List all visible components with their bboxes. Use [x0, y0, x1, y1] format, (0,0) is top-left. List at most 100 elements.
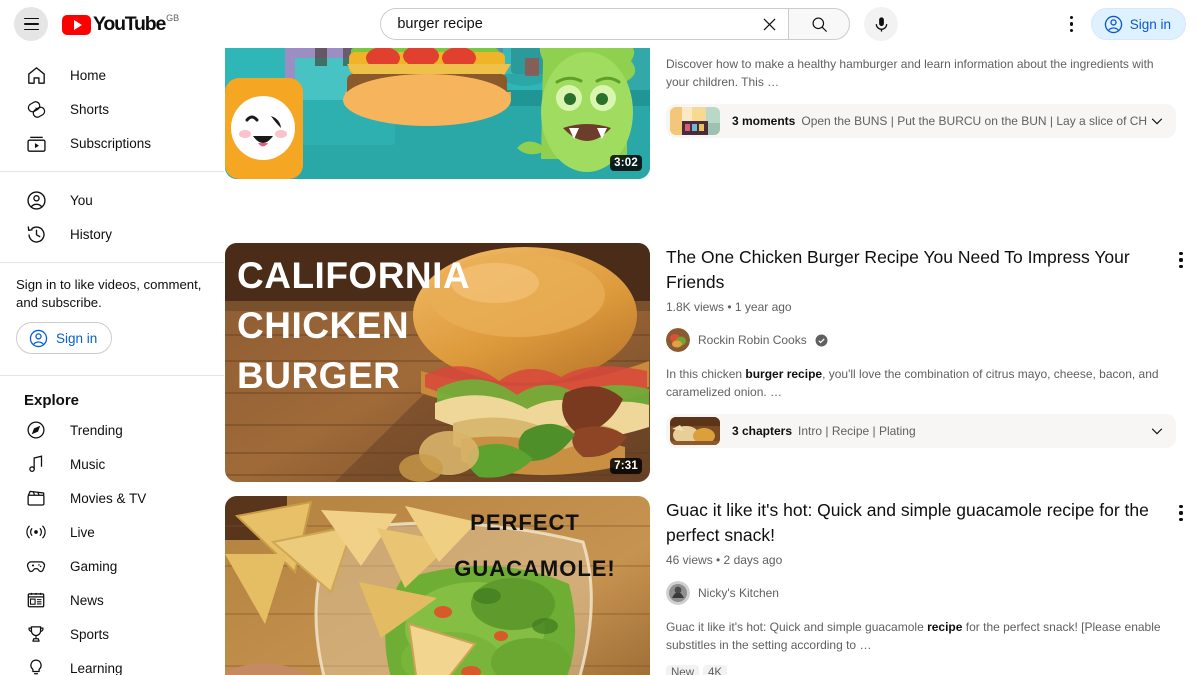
- trending-icon: [24, 418, 48, 442]
- sidebar-item-label: Sports: [70, 626, 110, 642]
- video-thumbnail[interactable]: PERFECT GUACAMOLE!: [225, 496, 650, 675]
- sidebar-item-label: Subscriptions: [70, 135, 152, 151]
- search-result-item: CALIFORNIA CHICKEN BURGER 7:31 The One C…: [225, 243, 1184, 482]
- desc-highlight: recipe: [927, 620, 963, 634]
- more-vertical-icon[interactable]: [1166, 245, 1196, 275]
- chip-text: Intro | Recipe | Plating: [798, 424, 916, 438]
- sidebar-item-movies[interactable]: Movies & TV: [12, 481, 212, 515]
- history-icon: [24, 222, 48, 246]
- shorts-icon: [24, 97, 48, 121]
- youtube-logo[interactable]: YouTube GB: [62, 13, 179, 35]
- chevron-down-icon[interactable]: [1148, 422, 1166, 440]
- verified-badge-icon: [815, 334, 828, 347]
- sidebar-item-label: Movies & TV: [70, 490, 147, 506]
- search-button[interactable]: [788, 8, 851, 40]
- video-stats: 1.8K views • 1 year ago: [666, 300, 792, 314]
- account-icon: [24, 188, 48, 212]
- microphone-icon[interactable]: [864, 7, 899, 41]
- masthead-left: YouTube GB: [0, 7, 224, 41]
- video-title[interactable]: The One Chicken Burger Recipe You Need T…: [666, 245, 1184, 295]
- sidebar-signin-button[interactable]: Sign in: [16, 322, 113, 354]
- gaming-icon: [24, 554, 48, 578]
- svg-text:BURGER: BURGER: [237, 355, 400, 396]
- sidebar-item-label: Gaming: [70, 558, 118, 574]
- video-description: In this chicken burger recipe, you'll lo…: [666, 365, 1184, 401]
- news-icon: [24, 588, 48, 612]
- sidebar-item-label: History: [70, 226, 113, 242]
- movies-icon: [24, 486, 48, 510]
- subscriptions-icon: [24, 131, 48, 155]
- sidebar-item-learning[interactable]: Learning: [12, 651, 212, 675]
- more-vertical-icon[interactable]: [1166, 498, 1196, 528]
- sidebar-item-trending[interactable]: Trending: [12, 413, 212, 447]
- sidebar-signin-block: Sign in to like videos, comment, and sub…: [0, 274, 224, 364]
- chip-thumbnail: [670, 107, 720, 135]
- search-results-list: 3:02 Smile and Learn - English Discover …: [224, 0, 1200, 675]
- sidebar-divider-1: [0, 171, 224, 172]
- sidebar-item-gaming[interactable]: Gaming: [12, 549, 212, 583]
- video-duration: 7:31: [610, 458, 642, 474]
- video-title[interactable]: Guac it like it's hot: Quick and simple …: [666, 498, 1184, 548]
- channel-row[interactable]: Nicky's Kitchen: [666, 581, 1184, 605]
- account-icon: [29, 329, 48, 347]
- svg-text:CHICKEN: CHICKEN: [237, 305, 409, 346]
- chip-thumbnail: [670, 417, 720, 445]
- hamburger-icon[interactable]: [14, 7, 48, 41]
- sidebar-item-label: Shorts: [70, 101, 110, 117]
- channel-name: Nicky's Kitchen: [698, 586, 779, 600]
- learning-icon: [24, 656, 48, 675]
- guacamole-thumbnail: PERFECT GUACAMOLE!: [225, 496, 650, 675]
- chip-text: Open the BUNS | Put the BURCU on the BUN…: [801, 114, 1148, 128]
- sidebar-item-music[interactable]: Music: [12, 447, 212, 481]
- desc-pre: In this chicken: [666, 367, 746, 381]
- chevron-down-icon[interactable]: [1148, 112, 1166, 130]
- more-vertical-icon[interactable]: [1055, 7, 1089, 41]
- sidebar-item-label: Home: [70, 67, 107, 83]
- signin-label: Sign in: [56, 330, 98, 346]
- sidebar-item-shorts[interactable]: Shorts: [12, 92, 212, 126]
- sidebar-item-live[interactable]: Live: [12, 515, 212, 549]
- channel-row[interactable]: Rockin Robin Cooks: [666, 328, 1184, 352]
- masthead-center: [224, 7, 1055, 41]
- desc-highlight: burger recipe: [745, 367, 823, 381]
- desc-pre: Guac it like it's hot: Quick and simple …: [666, 620, 928, 634]
- sidebar-item-you[interactable]: You: [12, 183, 212, 217]
- sidebar-divider-3: [0, 375, 224, 376]
- account-icon: [1104, 15, 1122, 33]
- sidebar-item-label: Learning: [70, 660, 123, 675]
- logo-country-code: GB: [166, 13, 180, 23]
- sidebar-item-history[interactable]: History: [12, 217, 212, 251]
- svg-text:PERFECT: PERFECT: [470, 510, 580, 535]
- sidebar-item-label: News: [70, 592, 104, 608]
- avatar: [666, 328, 690, 352]
- explore-heading: Explore: [24, 392, 80, 409]
- live-icon: [24, 520, 48, 544]
- chip-count: 3 moments: [732, 114, 796, 128]
- logo-wordmark: YouTube: [93, 13, 166, 35]
- svg-text:GUACAMOLE!: GUACAMOLE!: [454, 556, 616, 581]
- video-metadata: Guac it like it's hot: Quick and simple …: [666, 496, 1184, 675]
- close-icon[interactable]: [756, 11, 782, 37]
- signin-prompt: Sign in to like videos, comment, and sub…: [16, 277, 202, 310]
- signin-button[interactable]: Sign in: [1090, 8, 1186, 40]
- svg-text:CALIFORNIA: CALIFORNIA: [237, 255, 470, 296]
- california-chicken-burger-thumbnail: CALIFORNIA CHICKEN BURGER: [225, 243, 650, 482]
- sidebar-item-news[interactable]: News: [12, 583, 212, 617]
- sidebar-item-subscriptions[interactable]: Subscriptions: [12, 126, 212, 160]
- chapters-chip[interactable]: 3 chapters Intro | Recipe | Plating: [666, 414, 1176, 448]
- search-input[interactable]: [397, 16, 757, 32]
- search-box[interactable]: [380, 8, 789, 40]
- search-result-item: PERFECT GUACAMOLE! Guac it like it's hot…: [225, 496, 1184, 675]
- video-description: Discover how to make a healthy hamburger…: [666, 57, 1154, 89]
- status-badge: New: [666, 665, 700, 675]
- sidebar-item-home[interactable]: Home: [12, 58, 212, 92]
- video-thumbnail[interactable]: CALIFORNIA CHICKEN BURGER 7:31: [225, 243, 650, 482]
- sidebar-item-label: Music: [70, 456, 106, 472]
- sidebar-item-label: Live: [70, 524, 95, 540]
- avatar: [666, 581, 690, 605]
- moments-chip[interactable]: 3 moments Open the BUNS | Put the BURCU …: [666, 104, 1176, 138]
- sidebar-item-sports[interactable]: Sports: [12, 617, 212, 651]
- signin-label: Sign in: [1129, 16, 1171, 32]
- masthead-right: Sign in: [1055, 7, 1200, 41]
- home-icon: [24, 63, 48, 87]
